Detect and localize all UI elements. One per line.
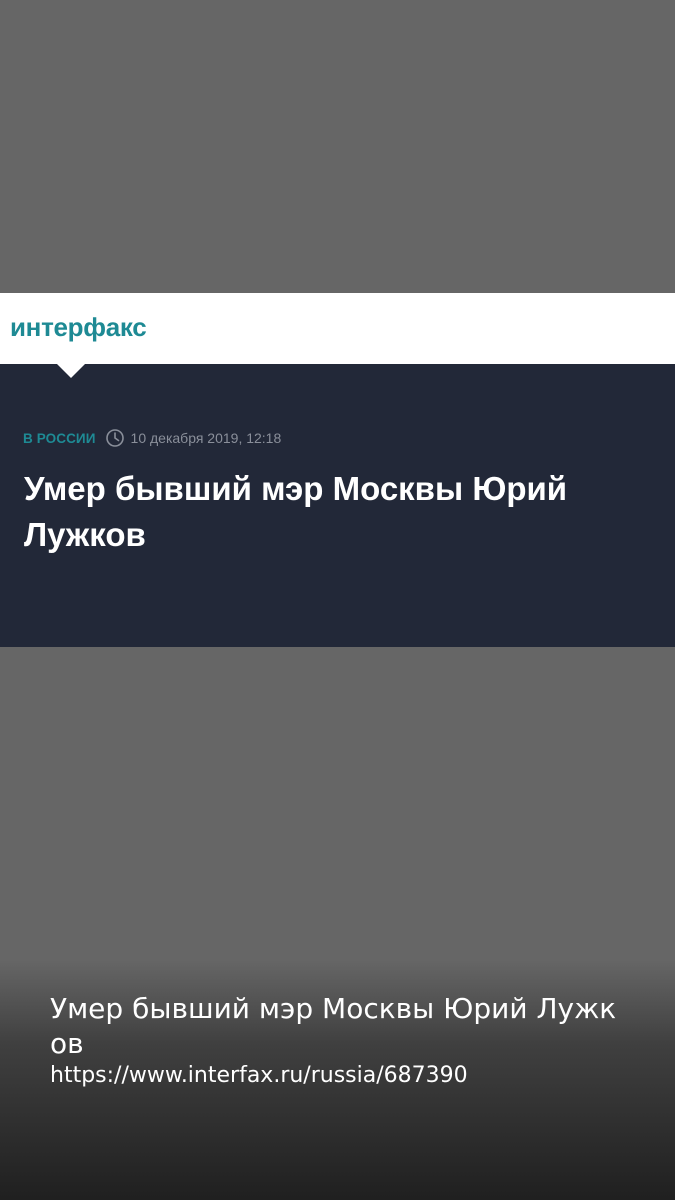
svg-text:интерфакс: интерфакс [10,312,146,342]
category-link[interactable]: В РОССИИ [23,431,96,446]
clock-icon [105,428,125,448]
share-url-link[interactable]: https://www.interfax.ru/russia/687390 [50,1061,650,1091]
article-date: 10 декабря 2019, 12:18 [130,430,282,446]
header-pointer-arrow [57,364,85,378]
site-logo[interactable]: интерфакс [10,305,155,351]
page: интерфакс В РОССИИ 10 декабря 2019, 12:1… [0,0,675,1200]
site-header: интерфакс [0,293,675,364]
article-meta: В РОССИИ 10 декабря 2019, 12:18 [23,428,281,448]
article-headline: Умер бывший мэр Москвы Юрий Лужков [24,470,568,553]
share-title: Умер бывший мэр Москвы Юрий Лужков [50,992,617,1060]
interfax-logo: интерфакс [10,312,147,342]
